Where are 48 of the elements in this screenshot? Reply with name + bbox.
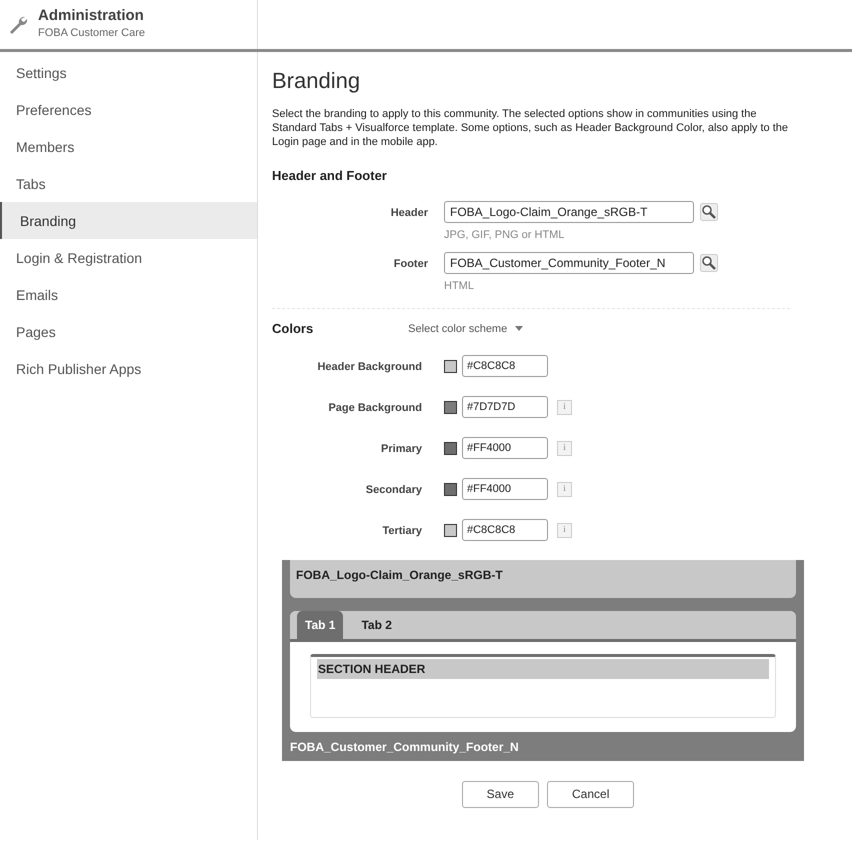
sidebar-item[interactable]: Login & Registration xyxy=(0,239,257,276)
color-swatch[interactable] xyxy=(444,482,457,496)
color-swatch[interactable] xyxy=(444,400,457,414)
input-field[interactable]: FOBA_Logo-Claim_Orange_sRGB-T xyxy=(444,201,694,224)
color-label: Secondary xyxy=(364,482,423,498)
preview-tab[interactable]: Tab 1 xyxy=(297,610,344,639)
sidebar-item[interactable]: Members xyxy=(0,128,257,165)
preview-header: FOBA_Logo-Claim_Orange_sRGB-T xyxy=(290,560,796,598)
lookup-icon[interactable] xyxy=(700,254,718,272)
sidebar-item[interactable]: Preferences xyxy=(0,91,257,128)
preview-footer: FOBA_Customer_Community_Footer_N xyxy=(290,732,796,761)
admin-title: Administration xyxy=(38,7,145,26)
color-label: Header Background xyxy=(316,360,423,375)
color-label: Primary xyxy=(380,442,423,457)
color-swatch[interactable] xyxy=(444,524,457,537)
color-scheme-dropdown[interactable]: Select color scheme xyxy=(408,320,524,338)
preview-tab[interactable]: Tab 2 xyxy=(353,610,400,639)
color-label: Page Background xyxy=(327,400,423,416)
sidebar-item[interactable]: Branding xyxy=(0,202,257,239)
color-input[interactable]: #C8C8C8 xyxy=(462,354,548,377)
section-header: SECTION HEADER xyxy=(317,658,769,679)
save-button[interactable]: Save xyxy=(462,780,539,808)
sidebar-item[interactable]: Settings xyxy=(0,54,257,91)
color-input[interactable]: #C8C8C8 xyxy=(462,518,548,541)
cancel-button[interactable]: Cancel xyxy=(547,780,634,808)
page-description: Select the branding to apply to this community. The selected options show in communities using the Standard Tabs + Visualforce template. Some options, such as Header Background Color, also apply to the Login page and in the mobile app. xyxy=(272,108,789,150)
field-hint: HTML xyxy=(444,278,475,294)
field-label: Footer xyxy=(392,256,429,272)
caret-icon xyxy=(515,326,524,332)
sidebar-item[interactable]: Tabs xyxy=(0,165,257,202)
sidebar-item[interactable]: Rich Publisher Apps xyxy=(0,350,257,387)
color-input[interactable]: #FF4000 xyxy=(462,478,548,500)
field-hint: JPG, GIF, PNG or HTML xyxy=(444,228,566,244)
wrench-icon xyxy=(8,14,28,34)
section-title: Header and Footer xyxy=(272,166,388,185)
color-swatch[interactable] xyxy=(444,442,457,455)
community-name: FOBA Customer Care xyxy=(38,26,145,42)
section-title: Colors xyxy=(272,320,314,338)
color-input[interactable]: #7D7D7D xyxy=(462,396,548,418)
field-label: Header xyxy=(390,206,429,222)
page-title: Branding xyxy=(272,68,362,94)
sidebar-item[interactable]: Pages xyxy=(0,313,257,350)
sidebar-item[interactable]: Emails xyxy=(0,276,257,313)
lookup-icon[interactable] xyxy=(700,203,718,222)
color-swatch[interactable] xyxy=(444,360,457,373)
color-input[interactable]: #FF4000 xyxy=(462,436,548,459)
color-label: Tertiary xyxy=(381,524,423,539)
input-field[interactable]: FOBA_Customer_Community_Footer_N xyxy=(444,252,694,274)
